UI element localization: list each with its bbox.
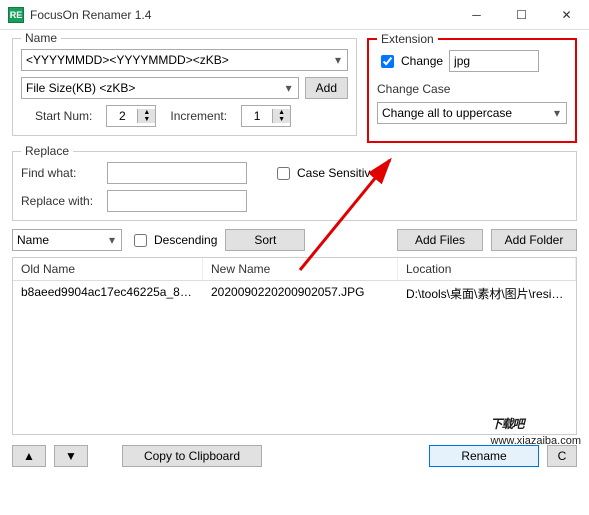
increment-spinner[interactable]: ▲▼ [241,105,291,127]
close-button[interactable]: ✕ [544,1,589,29]
change-checkbox-input[interactable] [381,55,394,68]
copy-clipboard-button[interactable]: Copy to Clipboard [122,445,262,467]
extension-group-title: Extension [377,32,438,46]
spin-up-icon[interactable]: ▲ [272,109,290,116]
start-num-spinner[interactable]: ▲▼ [106,105,156,127]
move-down-button[interactable]: ▼ [54,445,88,467]
replace-group: Replace Find what: Case Sensitive Replac… [12,151,577,221]
file-table: Old Name New Name Location b8aeed9904ac1… [12,257,577,435]
descending-label: Descending [154,233,217,247]
replace-with-label: Replace with: [21,194,101,208]
descending-checkbox[interactable]: Descending [130,231,217,250]
chevron-down-icon: ▾ [548,106,566,120]
add-folder-button[interactable]: Add Folder [491,229,577,251]
rename-button[interactable]: Rename [429,445,539,467]
template-combo[interactable]: <YYYYMMDD><YYYYMMDD><zKB> ▾ [21,49,348,71]
replace-group-title: Replace [21,144,73,158]
triangle-down-icon: ▼ [65,449,77,463]
variable-combo[interactable]: File Size(KB) <zKB> ▾ [21,77,299,99]
spin-down-icon[interactable]: ▼ [137,116,155,123]
extension-group: Extension Change Change Case Change all … [367,38,577,143]
find-what-input[interactable] [107,162,247,184]
add-files-button[interactable]: Add Files [397,229,483,251]
change-case-combo[interactable]: Change all to uppercase ▾ [377,102,567,124]
titlebar: RE FocusOn Renamer 1.4 ─ ☐ ✕ [0,0,589,30]
case-sensitive-label: Case Sensitive [297,166,377,180]
window-title: FocusOn Renamer 1.4 [30,8,454,22]
start-num-input[interactable] [107,106,137,126]
app-icon: RE [8,7,24,23]
maximize-button[interactable]: ☐ [499,1,544,29]
cell-location: D:\tools\桌面\素材\图片\resized [398,281,576,306]
change-case-label: Change Case [377,82,567,96]
find-what-label: Find what: [21,166,101,180]
cell-old-name: b8aeed9904ac17ec46225a_800x... [13,281,203,306]
chevron-down-icon: ▾ [103,233,121,247]
name-group: Name <YYYYMMDD><YYYYMMDD><zKB> ▾ File Si… [12,38,357,136]
case-sensitive-checkbox[interactable]: Case Sensitive [273,164,377,183]
start-num-label: Start Num: [35,109,92,123]
col-new-name[interactable]: New Name [203,258,398,280]
extension-input[interactable] [449,50,539,72]
spin-down-icon[interactable]: ▼ [272,116,290,123]
sort-by-combo[interactable]: Name ▾ [12,229,122,251]
case-sensitive-input[interactable] [277,167,290,180]
minimize-button[interactable]: ─ [454,1,499,29]
change-checkbox[interactable]: Change [377,52,443,71]
table-header: Old Name New Name Location [13,258,576,281]
table-row[interactable]: b8aeed9904ac17ec46225a_800x... 202009022… [13,281,576,306]
spin-up-icon[interactable]: ▲ [137,109,155,116]
sort-button[interactable]: Sort [225,229,305,251]
move-up-button[interactable]: ▲ [12,445,46,467]
col-old-name[interactable]: Old Name [13,258,203,280]
chevron-down-icon: ▾ [280,81,298,95]
col-location[interactable]: Location [398,258,576,280]
chevron-down-icon: ▾ [329,53,347,67]
cancel-button[interactable]: C [547,445,577,467]
replace-with-input[interactable] [107,190,247,212]
change-label: Change [401,54,443,68]
add-button[interactable]: Add [305,77,348,99]
descending-input[interactable] [134,234,147,247]
increment-label: Increment: [170,109,227,123]
cell-new-name: 2020090220200902057.JPG [203,281,398,306]
triangle-up-icon: ▲ [23,449,35,463]
name-group-title: Name [21,31,61,45]
increment-input[interactable] [242,106,272,126]
